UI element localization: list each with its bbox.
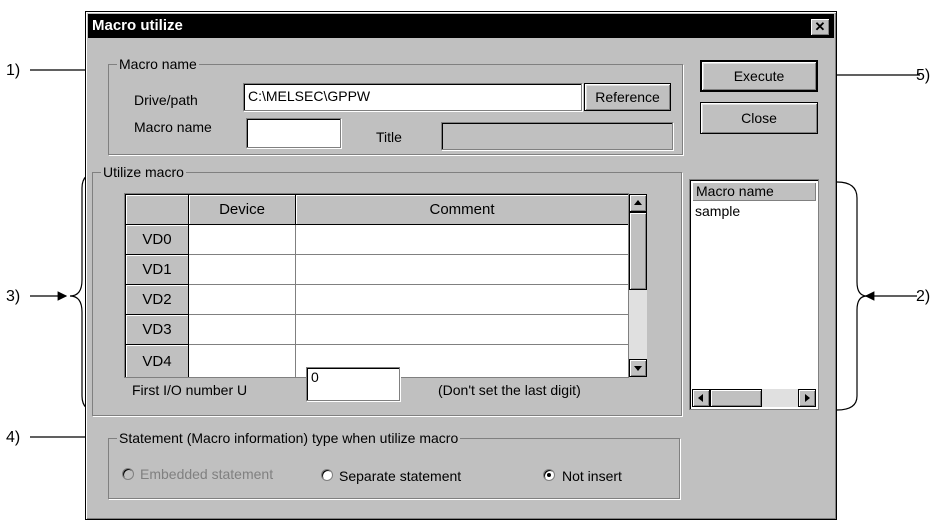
close-button[interactable]: Close bbox=[700, 102, 818, 134]
device-table[interactable]: Device Comment VD0 VD1 VD2 VD3 VD4 bbox=[124, 193, 629, 378]
scroll-right-button[interactable] bbox=[798, 389, 816, 407]
arrow-up-icon bbox=[634, 200, 642, 205]
close-icon[interactable]: ✕ bbox=[810, 18, 830, 36]
row-header-vd0: VD0 bbox=[126, 225, 189, 255]
arrow-right-icon bbox=[805, 394, 810, 402]
device-cell[interactable] bbox=[189, 315, 296, 345]
row-header-vd1: VD1 bbox=[126, 255, 189, 285]
reference-button[interactable]: Reference bbox=[584, 83, 671, 111]
callout-label-5: 5) bbox=[916, 67, 931, 84]
embedded-statement-radio bbox=[122, 468, 134, 480]
macro-name-label: Macro name bbox=[134, 119, 212, 135]
separate-statement-radio[interactable] bbox=[321, 469, 333, 481]
row-header-vd3: VD3 bbox=[126, 315, 189, 345]
execute-button[interactable]: Execute bbox=[700, 60, 818, 92]
scroll-left-button[interactable] bbox=[692, 389, 710, 407]
row-header-vd4: VD4 bbox=[126, 345, 189, 377]
comment-cell[interactable] bbox=[296, 255, 628, 285]
arrow-down-icon bbox=[634, 366, 642, 371]
macro-name-field[interactable] bbox=[246, 118, 341, 148]
arrow-left-icon bbox=[698, 394, 703, 402]
window-title: Macro utilize bbox=[92, 17, 183, 34]
comment-cell[interactable] bbox=[296, 285, 628, 315]
macro-list-horizontal-scrollbar[interactable] bbox=[692, 389, 816, 407]
title-bar: Macro utilize ✕ bbox=[88, 14, 834, 38]
macro-utilize-dialog: Macro utilize ✕ Macro name Drive/path C:… bbox=[85, 11, 837, 520]
table-vertical-scrollbar[interactable] bbox=[629, 194, 647, 377]
callout-label-1: 1) bbox=[6, 62, 21, 79]
scroll-thumb[interactable] bbox=[629, 212, 647, 290]
macro-list[interactable]: Macro name sample bbox=[689, 179, 819, 410]
callout-label-2: 2) bbox=[916, 288, 931, 305]
device-column-header[interactable]: Device bbox=[189, 195, 296, 225]
embedded-statement-label: Embedded statement bbox=[140, 466, 274, 482]
macro-name-group-legend: Macro name bbox=[117, 56, 199, 72]
not-insert-label[interactable]: Not insert bbox=[562, 468, 622, 484]
title-label: Title bbox=[376, 129, 402, 145]
radio-selected-dot bbox=[547, 473, 551, 477]
drive-path-field[interactable]: C:\MELSEC\GPPW bbox=[243, 83, 582, 111]
not-insert-radio[interactable] bbox=[543, 469, 555, 481]
horizontal-scroll-thumb[interactable] bbox=[710, 389, 762, 407]
scroll-up-button[interactable] bbox=[629, 194, 647, 212]
comment-cell[interactable] bbox=[296, 225, 628, 255]
comment-column-header[interactable]: Comment bbox=[296, 195, 628, 225]
comment-cell[interactable] bbox=[296, 315, 628, 345]
callout-label-3: 3) bbox=[6, 288, 21, 305]
statement-type-group-legend: Statement (Macro information) type when … bbox=[117, 430, 461, 446]
macro-list-header[interactable]: Macro name bbox=[692, 182, 816, 201]
separate-statement-label[interactable]: Separate statement bbox=[339, 468, 461, 484]
right-brace bbox=[836, 181, 868, 411]
utilize-macro-group-legend: Utilize macro bbox=[101, 164, 186, 180]
first-io-field[interactable]: 0 bbox=[306, 367, 400, 401]
drive-path-label: Drive/path bbox=[134, 92, 198, 108]
callout-label-4: 4) bbox=[6, 429, 21, 446]
title-field bbox=[441, 122, 673, 150]
device-cell[interactable] bbox=[189, 255, 296, 285]
device-cell[interactable] bbox=[189, 225, 296, 255]
list-item[interactable]: sample bbox=[695, 203, 740, 219]
first-io-label: First I/O number U bbox=[132, 382, 248, 398]
row-header-vd2: VD2 bbox=[126, 285, 189, 315]
first-io-note: (Don't set the last digit) bbox=[438, 382, 581, 398]
table-corner-header bbox=[126, 195, 189, 225]
scroll-down-button[interactable] bbox=[629, 359, 647, 377]
device-cell[interactable] bbox=[189, 345, 296, 377]
device-cell[interactable] bbox=[189, 285, 296, 315]
